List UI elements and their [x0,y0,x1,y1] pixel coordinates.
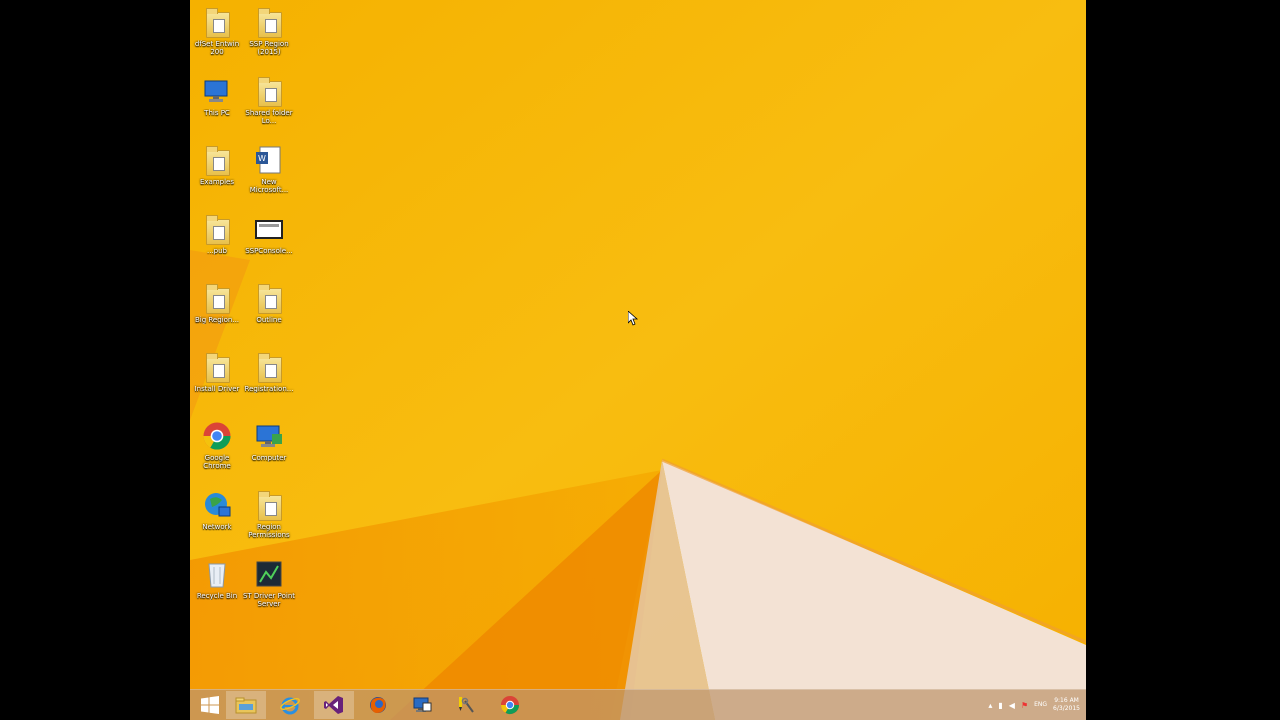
firefox-button[interactable] [358,691,398,719]
desktop-icon-label: ST Driver Point Server [242,592,296,608]
desktop-icon[interactable]: W New Microsoft... [242,140,296,206]
folder-icon [202,213,232,245]
desktop-icon-label: dfSet Entwin 200 [194,40,240,56]
folder-icon [202,351,232,383]
word-document-icon: W [254,144,284,176]
network-computer-icon [254,420,284,452]
folder-icon [254,351,284,383]
desktop-icon-label: SSP Region (2015) [249,40,289,56]
desktop-icon[interactable]: Network [190,485,244,551]
desktop-icon-label: New Microsoft... [249,178,289,194]
desktop-icon-label: Region Permissions [248,523,290,539]
desktop-icon-label: Big Region... [194,316,240,324]
desktop-icon-label: Install Driver [194,385,240,393]
desktop-icon[interactable]: Computer [242,416,296,482]
file-explorer-button[interactable] [226,691,266,719]
mouse-cursor-icon [628,311,639,326]
desktop-icon-label: ...pub [207,247,227,255]
chrome-button[interactable] [490,691,530,719]
volume-icon[interactable]: ◀ [1009,701,1015,710]
recycle-bin-icon [202,558,232,590]
windows-logo-icon [201,696,219,714]
start-button[interactable] [190,691,230,719]
firefox-icon [370,697,386,713]
remote-desktop-icon [413,697,432,712]
desktop-icon[interactable]: Examples [190,140,244,206]
desktop-icon[interactable]: SSP Region (2015) [242,2,296,68]
action-center-icon[interactable]: ⚑ [1021,701,1028,710]
desktop-icon[interactable]: Region Permissions [242,485,296,551]
desktop-icon-label: This PC [204,109,230,117]
clock-date: 6/3/2015 [1053,705,1080,712]
network-globe-icon [202,489,232,521]
folder-icon [202,282,232,314]
desktop-icon[interactable]: ST Driver Point Server [242,554,296,620]
folder-icon [202,6,232,38]
visual-studio-button[interactable] [314,691,354,719]
ie-icon [280,697,300,715]
desktop-icon[interactable]: Registration... [242,347,296,413]
desktop-icon-label: Computer [251,454,287,462]
folder-icon [254,282,284,314]
taskbar: ▴ ▮ ◀ ⚑ ENG 9:16 AM 6/3/2015 [190,689,1086,720]
language-indicator[interactable]: ENG [1034,701,1047,709]
desktop-icon[interactable]: Outline [242,278,296,344]
desktop-icon-label: SSPConsole... [245,247,293,255]
desktop-icon[interactable]: SSPConsole... [242,209,296,275]
folder-icon [254,75,284,107]
folder-icon [254,489,284,521]
folder-icon [235,697,257,714]
desktop-icon[interactable]: ...pub [190,209,244,275]
clock[interactable]: 9:16 AM 6/3/2015 [1053,697,1080,713]
app-shortcut-icon [254,558,284,590]
desktop-icon[interactable]: Recycle Bin [190,554,244,620]
chrome-icon [202,420,232,452]
folder-icon [202,144,232,176]
folder-icon [254,6,284,38]
desktop-icon-label: Registration... [244,385,294,393]
tools-button[interactable] [446,691,486,719]
internet-explorer-button[interactable] [270,691,310,719]
desktop-icon[interactable]: Google Chrome [190,416,244,482]
visual-studio-icon [324,696,343,714]
desktop-icon[interactable]: Install Driver [190,347,244,413]
desktop-icon[interactable]: Shared folder Lo... [242,71,296,137]
screenshot-file-icon [254,213,284,245]
tools-icon [459,697,474,713]
desktop-icon-label: Network [202,523,232,531]
desktop-icon-label: Outline [256,316,282,324]
desktop-icon-label: Google Chrome [203,454,231,470]
chrome-icon [501,696,519,715]
svg-text:W: W [258,154,266,163]
desktop-icon-label: Shared folder Lo... [245,109,293,125]
wallpaper [190,0,1086,720]
system-tray: ▴ ▮ ◀ ⚑ ENG 9:16 AM 6/3/2015 [988,690,1080,720]
desktop-icon-label: Examples [199,178,234,186]
remote-desktop-button[interactable] [402,691,442,719]
network-status-icon[interactable]: ▮ [998,701,1002,710]
desktop-icon[interactable]: dfSet Entwin 200 [190,2,244,68]
desktop-screen: dfSet Entwin 200 SSP Region (2015) This PC… [190,0,1086,720]
desktop-icon[interactable]: This PC [190,71,244,137]
clock-time: 9:16 AM [1054,697,1079,704]
desktop-icon[interactable]: Big Region... [190,278,244,344]
this-pc-icon [202,75,232,107]
chevron-up-icon[interactable]: ▴ [988,701,992,710]
desktop-icon-label: Recycle Bin [196,592,238,600]
